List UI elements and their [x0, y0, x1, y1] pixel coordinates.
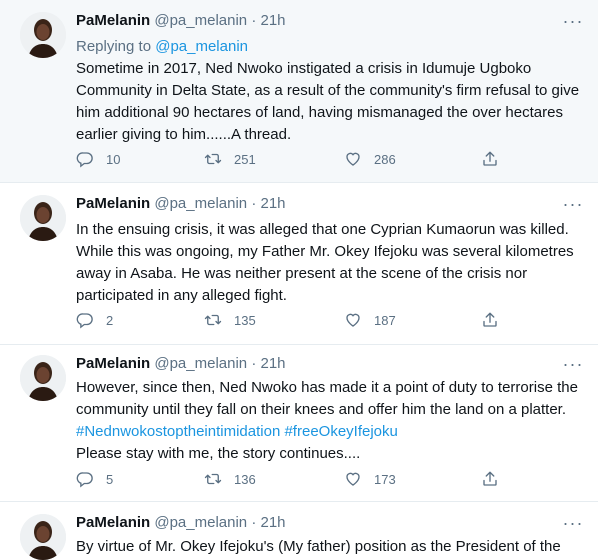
separator-dot: · [251, 12, 257, 29]
retweet-count: 135 [234, 312, 256, 328]
retweet-button[interactable]: 135 [204, 311, 256, 329]
tweet-text: By virtue of Mr. Okey Ifejoku's (My fath… [76, 538, 561, 555]
reply-button[interactable]: 10 [76, 150, 120, 168]
tweet-header: PaMelanin @pa_melanin · 21h [76, 195, 286, 212]
avatar[interactable] [20, 514, 66, 560]
retweet-icon [204, 311, 222, 329]
author-handle[interactable]: @pa_melanin [154, 355, 247, 372]
avatar[interactable] [20, 12, 66, 58]
avatar[interactable] [20, 195, 66, 241]
replying-to: Replying to @pa_melanin [76, 38, 248, 55]
tweet-text-main: However, since then, Ned Nwoko has made … [76, 379, 578, 418]
reply-button[interactable]: 5 [76, 470, 113, 488]
author-name[interactable]: PaMelanin [76, 195, 150, 212]
like-button[interactable]: 286 [344, 150, 396, 168]
timestamp[interactable]: 21h [261, 195, 286, 212]
tweet[interactable]: PaMelanin @pa_melanin · 21h ··· Replying… [0, 0, 598, 183]
author-name[interactable]: PaMelanin [76, 355, 150, 372]
separator-dot: · [251, 195, 257, 212]
tweet-header: PaMelanin @pa_melanin · 21h [76, 12, 286, 29]
more-icon[interactable]: ··· [560, 355, 586, 377]
avatar[interactable] [20, 355, 66, 401]
like-button[interactable]: 187 [344, 311, 396, 329]
tweet-text: Sometime in 2017, Ned Nwoko instigated a… [76, 60, 580, 143]
avatar-image [20, 12, 66, 58]
reply-icon [76, 470, 94, 488]
share-icon [481, 150, 499, 168]
more-icon[interactable]: ··· [560, 12, 586, 34]
tweet[interactable]: PaMelanin @pa_melanin · 21h ··· By virtu… [0, 502, 598, 560]
retweet-button[interactable]: 136 [204, 470, 256, 488]
reply-count: 2 [106, 312, 114, 328]
reply-icon [76, 311, 94, 329]
like-count: 187 [374, 312, 396, 328]
reply-count: 5 [106, 471, 114, 487]
replying-prefix: Replying to [76, 38, 152, 55]
share-icon [481, 311, 499, 329]
hashtag-link[interactable]: #Nednwokostoptheintimidation [76, 423, 280, 440]
timestamp[interactable]: 21h [261, 514, 286, 531]
like-icon [344, 311, 362, 329]
tweet-text: In the ensuing crisis, it was alleged th… [76, 221, 574, 304]
like-icon [344, 470, 362, 488]
avatar-image [20, 355, 66, 401]
reply-button[interactable]: 2 [76, 311, 113, 329]
avatar-image [20, 514, 66, 560]
author-name[interactable]: PaMelanin [76, 514, 150, 531]
separator-dot: · [251, 514, 257, 531]
replying-to-link[interactable]: @pa_melanin [155, 38, 248, 55]
tweet-actions: 2 135 187 [76, 311, 516, 331]
share-button[interactable] [481, 150, 511, 168]
retweet-button[interactable]: 251 [204, 150, 256, 168]
like-count: 173 [374, 471, 396, 487]
retweet-icon [204, 150, 222, 168]
share-button[interactable] [481, 311, 511, 329]
separator-dot: · [251, 355, 257, 372]
tweet-text-continue: Please stay with me, the story continues… [76, 445, 361, 462]
author-handle[interactable]: @pa_melanin [154, 514, 247, 531]
retweet-count: 251 [234, 151, 256, 167]
tweet-actions: 10 251 286 [76, 150, 516, 170]
reply-icon [76, 150, 94, 168]
tweet-text: However, since then, Ned Nwoko has made … [76, 377, 586, 465]
tweet[interactable]: PaMelanin @pa_melanin · 21h ··· In the e… [0, 183, 598, 345]
like-icon [344, 150, 362, 168]
tweet[interactable]: PaMelanin @pa_melanin · 21h ··· However,… [0, 345, 598, 502]
timestamp[interactable]: 21h [261, 355, 286, 372]
avatar-image [20, 195, 66, 241]
timestamp[interactable]: 21h [261, 12, 286, 29]
like-count: 286 [374, 151, 396, 167]
tweet-header: PaMelanin @pa_melanin · 21h [76, 514, 286, 531]
hashtag-link[interactable]: #freeOkeyIfejoku [284, 423, 397, 440]
retweet-icon [204, 470, 222, 488]
reply-count: 10 [106, 151, 121, 167]
retweet-count: 136 [234, 471, 256, 487]
like-button[interactable]: 173 [344, 470, 396, 488]
author-handle[interactable]: @pa_melanin [154, 12, 247, 29]
tweet-actions: 5 136 173 [76, 470, 516, 490]
tweet-header: PaMelanin @pa_melanin · 21h [76, 355, 286, 372]
author-handle[interactable]: @pa_melanin [154, 195, 247, 212]
author-name[interactable]: PaMelanin [76, 12, 150, 29]
share-button[interactable] [481, 470, 511, 488]
share-icon [481, 470, 499, 488]
more-icon[interactable]: ··· [560, 514, 586, 536]
more-icon[interactable]: ··· [560, 195, 586, 217]
